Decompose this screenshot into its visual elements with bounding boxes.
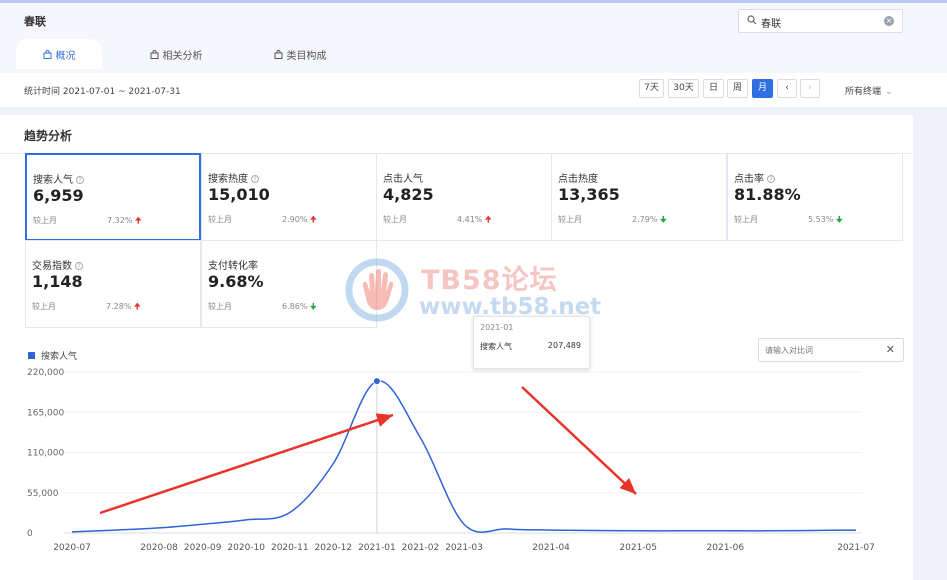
x-tick-label: 2021-04 [532,543,570,553]
period-day-button[interactable]: 日 [703,79,724,98]
series-line [71,380,857,533]
metric-change: 4.41% 🠉 [457,215,492,224]
metric-change: 7.32% 🠉 [107,216,142,225]
metric-value: 81.88% [734,185,801,204]
section-title: 趋势分析 [24,129,73,143]
metric-value: 13,365 [558,185,620,204]
y-tick-label: 165,000 [27,408,64,418]
annotation-arrow-up-shaft [99,413,394,515]
period-month-button[interactable]: 月 [752,79,773,98]
tab-label: 相关分析 [162,50,203,62]
y-tick-label: 220,000 [27,368,64,378]
help-icon[interactable]: ? [76,176,84,184]
metric-value: 15,010 [208,185,270,204]
tab-label: 类目构成 [286,50,327,62]
x-tick-label: 2021-01 [358,543,396,553]
x-tick-label: 2021-02 [402,543,440,553]
trend-line-chart[interactable]: 0 55,000 110,000 165,000 220,000 2020-07 2020-… [0,250,913,580]
chevron-down-icon: ⌄ [885,87,893,97]
metric-compare-label: 较上月 [33,216,57,225]
metric-label: 搜索热度? [208,170,259,185]
search-value: 春联 [761,19,781,30]
annotation-arrow-up-head [375,413,393,427]
y-tick-label: 55,000 [27,489,59,499]
metric-label: 点击热度 [558,174,598,185]
x-tick-label: 2021-05 [619,543,657,553]
period-30d-button[interactable]: 30天 [668,79,699,98]
x-tick-label: 2021-03 [445,543,483,553]
metric-change: 5.53% 🠋 [808,215,843,224]
terminal-select[interactable]: 所有终端 ⌄ [845,84,893,97]
arrow-down-icon: 🠋 [835,215,843,224]
metric-compare-label: 较上月 [383,215,407,224]
arrow-up-icon: 🠉 [309,215,317,224]
x-tick-label: 2020-12 [315,543,353,553]
metric-change: 2.90% 🠉 [282,215,317,224]
y-tick-label: 110,000 [27,449,64,459]
metric-compare-label: 较上月 [734,215,758,224]
date-range: 统计时间 2021-07-01 ~ 2021-07-31 [24,87,181,97]
help-icon[interactable]: ? [767,175,775,183]
metric-label: 搜索人气? [33,171,84,186]
page-title: 春联 [24,15,46,28]
metric-label: 点击率? [734,170,775,185]
period-week-button[interactable]: 周 [727,79,748,98]
x-tick-label: 2020-07 [53,543,91,553]
search-input[interactable]: 春联 × [738,9,903,33]
metric-search-heat[interactable]: 搜索热度? 15,010 较上月 2.90% 🠉 [201,153,377,241]
arrow-up-icon: 🠉 [134,216,142,225]
arrow-down-icon: 🠋 [659,215,667,224]
x-tick-label: 2020-09 [184,543,222,553]
shopping-bag-icon [150,49,158,59]
data-point-max [372,377,381,386]
arrow-up-icon: 🠉 [484,215,492,224]
metric-change: 2.79% 🠋 [632,215,667,224]
metric-search-popularity[interactable]: 搜索人气? 6,959 较上月 7.32% 🠉 [25,153,201,241]
period-bar: 统计时间 2021-07-01 ~ 2021-07-31 7天 30天 日 周 … [0,73,947,107]
metric-click-popularity[interactable]: 点击人气 4,825 较上月 4.41% 🠉 [376,153,552,241]
shopping-bag-icon [274,49,282,59]
x-tick-label: 2020-11 [271,543,309,553]
tooltip-title: 2021-01 [480,323,514,332]
x-tick-label: 2020-10 [227,543,265,553]
metric-compare-label: 较上月 [208,215,232,224]
metric-label: 点击人气 [383,174,423,185]
period-7d-button[interactable]: 7天 [639,79,664,98]
annotation-arrow-down-shaft [521,386,637,495]
tab-overview[interactable]: 概况 [16,39,102,69]
chevron-right-icon[interactable]: › [800,79,820,98]
tab-related-analysis[interactable]: 相关分析 [136,39,216,69]
x-tick-label: 2021-06 [707,543,745,553]
chevron-left-icon[interactable]: ‹ [777,79,797,98]
shopping-bag-icon [43,49,51,59]
metric-value: 6,959 [33,186,84,205]
search-icon [747,15,757,25]
help-icon[interactable]: ? [251,175,259,183]
y-tick-label: 0 [27,529,33,539]
metric-click-heat[interactable]: 点击热度 13,365 较上月 2.79% 🠋 [551,153,727,241]
x-tick-label: 2020-08 [140,543,178,553]
tooltip-series: 搜索人气 [480,342,512,351]
terminal-label: 所有终端 [845,87,882,97]
x-tick-label: 2021-07 [837,543,875,553]
tab-label: 概况 [55,50,76,62]
tooltip-value: 207,489 [547,341,581,350]
chart-tooltip: 2021-01 搜索人气 207,489 [473,316,590,369]
tab-category[interactable]: 类目构成 [260,39,340,69]
metric-compare-label: 较上月 [558,215,582,224]
metric-value: 4,825 [383,185,434,204]
clear-icon[interactable]: × [884,16,894,26]
metric-click-rate[interactable]: 点击率? 81.88% 较上月 5.53% 🠋 [727,153,903,241]
